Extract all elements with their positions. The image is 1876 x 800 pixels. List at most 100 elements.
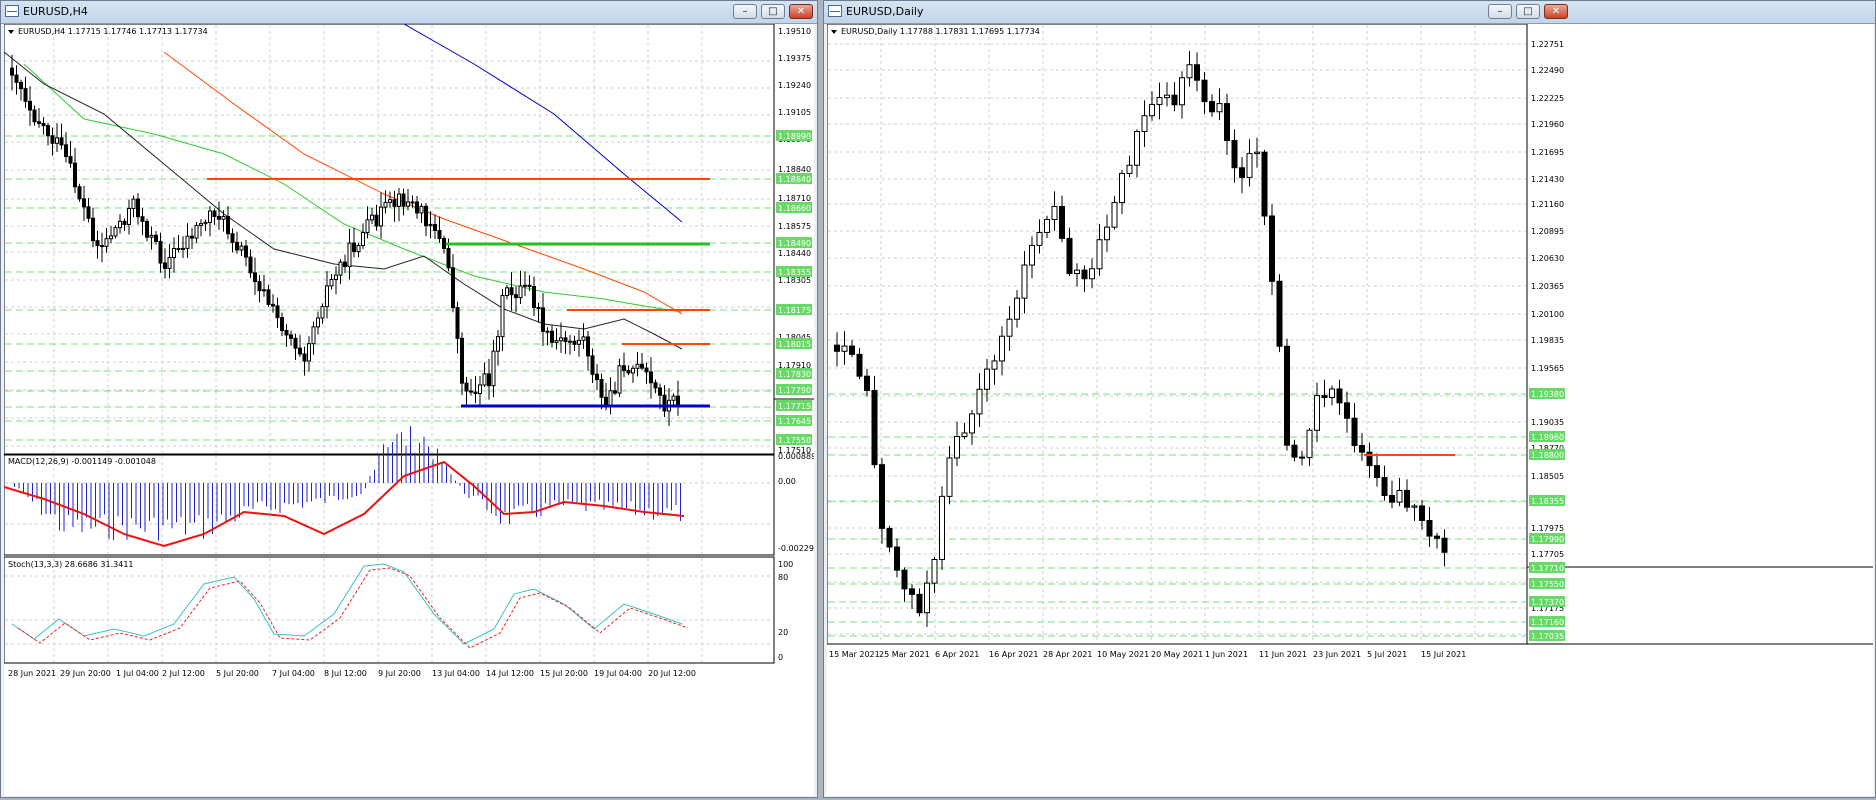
h4-candle (662, 394, 667, 412)
h4-candle (10, 67, 14, 76)
daily-candle (1246, 153, 1253, 178)
daily-candle (856, 353, 863, 377)
time-axis-label: 15 Jul 2021 (1421, 650, 1466, 659)
h4-candle (235, 241, 239, 251)
h4-candle (163, 262, 167, 269)
macd-label: MACD(12,26,9) -0.001149 -0.001048 (8, 457, 156, 466)
daily-price-pane[interactable] (826, 23, 1528, 645)
minimize-button[interactable]: – (733, 4, 757, 19)
daily-candle (1276, 280, 1283, 347)
h4-candle (514, 294, 518, 299)
level-price-label: 1.17645 (778, 417, 811, 426)
h4-candle (338, 261, 343, 276)
h4-window-title: EURUSD,H4 (23, 5, 88, 18)
daily-candle (1179, 77, 1185, 106)
daily-candle (1396, 489, 1403, 503)
h4-candle (104, 238, 109, 247)
time-axis-label: 6 Apr 2021 (935, 650, 979, 659)
h4-candle (541, 307, 545, 332)
h4-chart-canvas[interactable]: 1.195101.193751.192401.191051.189701.188… (3, 23, 819, 796)
h4-candle (212, 210, 217, 217)
daily-candle (916, 593, 923, 614)
time-axis-label: 5 Jul 20:00 (216, 669, 259, 678)
price-axis-label: 1.20630 (1531, 254, 1564, 263)
h4-candle (266, 289, 271, 305)
daily-candle (1201, 79, 1208, 103)
symbol-info-text: EURUSD,H4 1.17715 1.17746 1.17713 1.1773… (18, 27, 208, 36)
minimize-button[interactable]: – (1488, 4, 1512, 19)
h4-chart-area[interactable]: 1.195101.193751.192401.191051.189701.188… (3, 23, 819, 796)
time-axis-label: 29 Jun 20:00 (60, 669, 111, 678)
daily-candle (961, 432, 968, 437)
h4-candle (626, 369, 631, 374)
daily-candle (1066, 237, 1073, 275)
macd-axis-label: 0.000889 (778, 452, 814, 461)
h4-candle (568, 340, 572, 343)
h4-candle (325, 285, 329, 308)
h4-candle (496, 336, 500, 352)
daily-chart-window[interactable]: EURUSD,Daily – □ ✕ 1.22751 1.22490 1.22225… (823, 0, 1876, 798)
h4-candle (442, 237, 446, 249)
level-price-label: 1.18960 (1531, 433, 1564, 442)
daily-candle (1126, 164, 1133, 174)
close-button[interactable]: ✕ (1544, 4, 1568, 19)
h4-candle (460, 337, 464, 384)
h4-candle (82, 198, 86, 208)
h4-candle (622, 365, 626, 371)
daily-candle (1359, 445, 1365, 453)
level-price-label: 1.18015 (778, 340, 811, 349)
h4-candle (361, 231, 365, 247)
stochastic-pane[interactable] (3, 556, 775, 664)
stochastic-axis-label: 80 (778, 573, 788, 582)
daily-candle (1096, 239, 1103, 270)
h4-candle (226, 215, 230, 235)
h4-candle (145, 220, 149, 238)
daily-title-bar[interactable]: EURUSD,Daily – □ ✕ (824, 1, 1875, 24)
h4-candle (545, 330, 550, 333)
h4-candle (59, 137, 64, 146)
h4-candle (676, 395, 680, 407)
daily-chart-canvas[interactable]: 1.22751 1.22490 1.22225 1.21960 1.21695 1.214… (826, 23, 1873, 796)
h4-candle (617, 365, 622, 394)
stochastic-label: Stoch(13,3,3) 28.6686 31.3411 (8, 560, 134, 569)
h4-candle (23, 88, 28, 102)
daily-candle (1051, 205, 1058, 220)
h4-candle (370, 214, 374, 221)
h4-candle (131, 198, 136, 210)
restore-button[interactable]: □ (761, 4, 785, 19)
h4-candle (415, 201, 419, 214)
h4-candle (595, 373, 599, 381)
h4-candle (32, 109, 37, 123)
time-axis-label: 7 Jul 04:00 (272, 669, 315, 678)
daily-candle (1209, 101, 1215, 113)
price-axis-label: 1.22751 (1531, 40, 1564, 49)
level-price-label: 1.18175 (778, 306, 811, 315)
h4-candle (334, 274, 338, 280)
daily-candle (954, 435, 960, 459)
level-price-label: 1.17550 (1531, 580, 1564, 589)
h4-candle (586, 336, 590, 357)
time-axis-label: 15 Mar 2021 (829, 650, 880, 659)
h4-candle (181, 247, 185, 250)
h4-chart-window[interactable]: EURUSD,H4 – □ ✕ 1.19510 1.19375 1.19240 1.1… (0, 0, 819, 798)
daily-candle (1059, 205, 1065, 239)
h4-title-bar[interactable]: EURUSD,H4 – □ ✕ (1, 1, 817, 24)
daily-candle (999, 335, 1005, 362)
daily-window-title: EURUSD,Daily (846, 5, 924, 18)
close-button[interactable]: ✕ (789, 4, 813, 19)
daily-candle (1426, 519, 1433, 537)
daily-candle (1351, 417, 1358, 447)
h4-candle (100, 245, 104, 248)
daily-chart-area[interactable]: 1.22751 1.22490 1.22225 1.21960 1.21695 1.214… (826, 23, 1873, 796)
h4-candle (343, 261, 347, 268)
time-axis-label: 19 Jul 04:00 (594, 669, 642, 678)
h4-candle (469, 390, 473, 393)
h4-candle (550, 330, 554, 343)
restore-button[interactable]: □ (1516, 4, 1540, 19)
time-axis-label: 5 Jul 2021 (1367, 650, 1407, 659)
h4-candle (46, 125, 50, 137)
time-axis-label: 10 May 2021 (1097, 650, 1149, 659)
daily-candle (991, 360, 998, 370)
h4-candle (77, 186, 82, 200)
h4-candle (329, 278, 334, 287)
